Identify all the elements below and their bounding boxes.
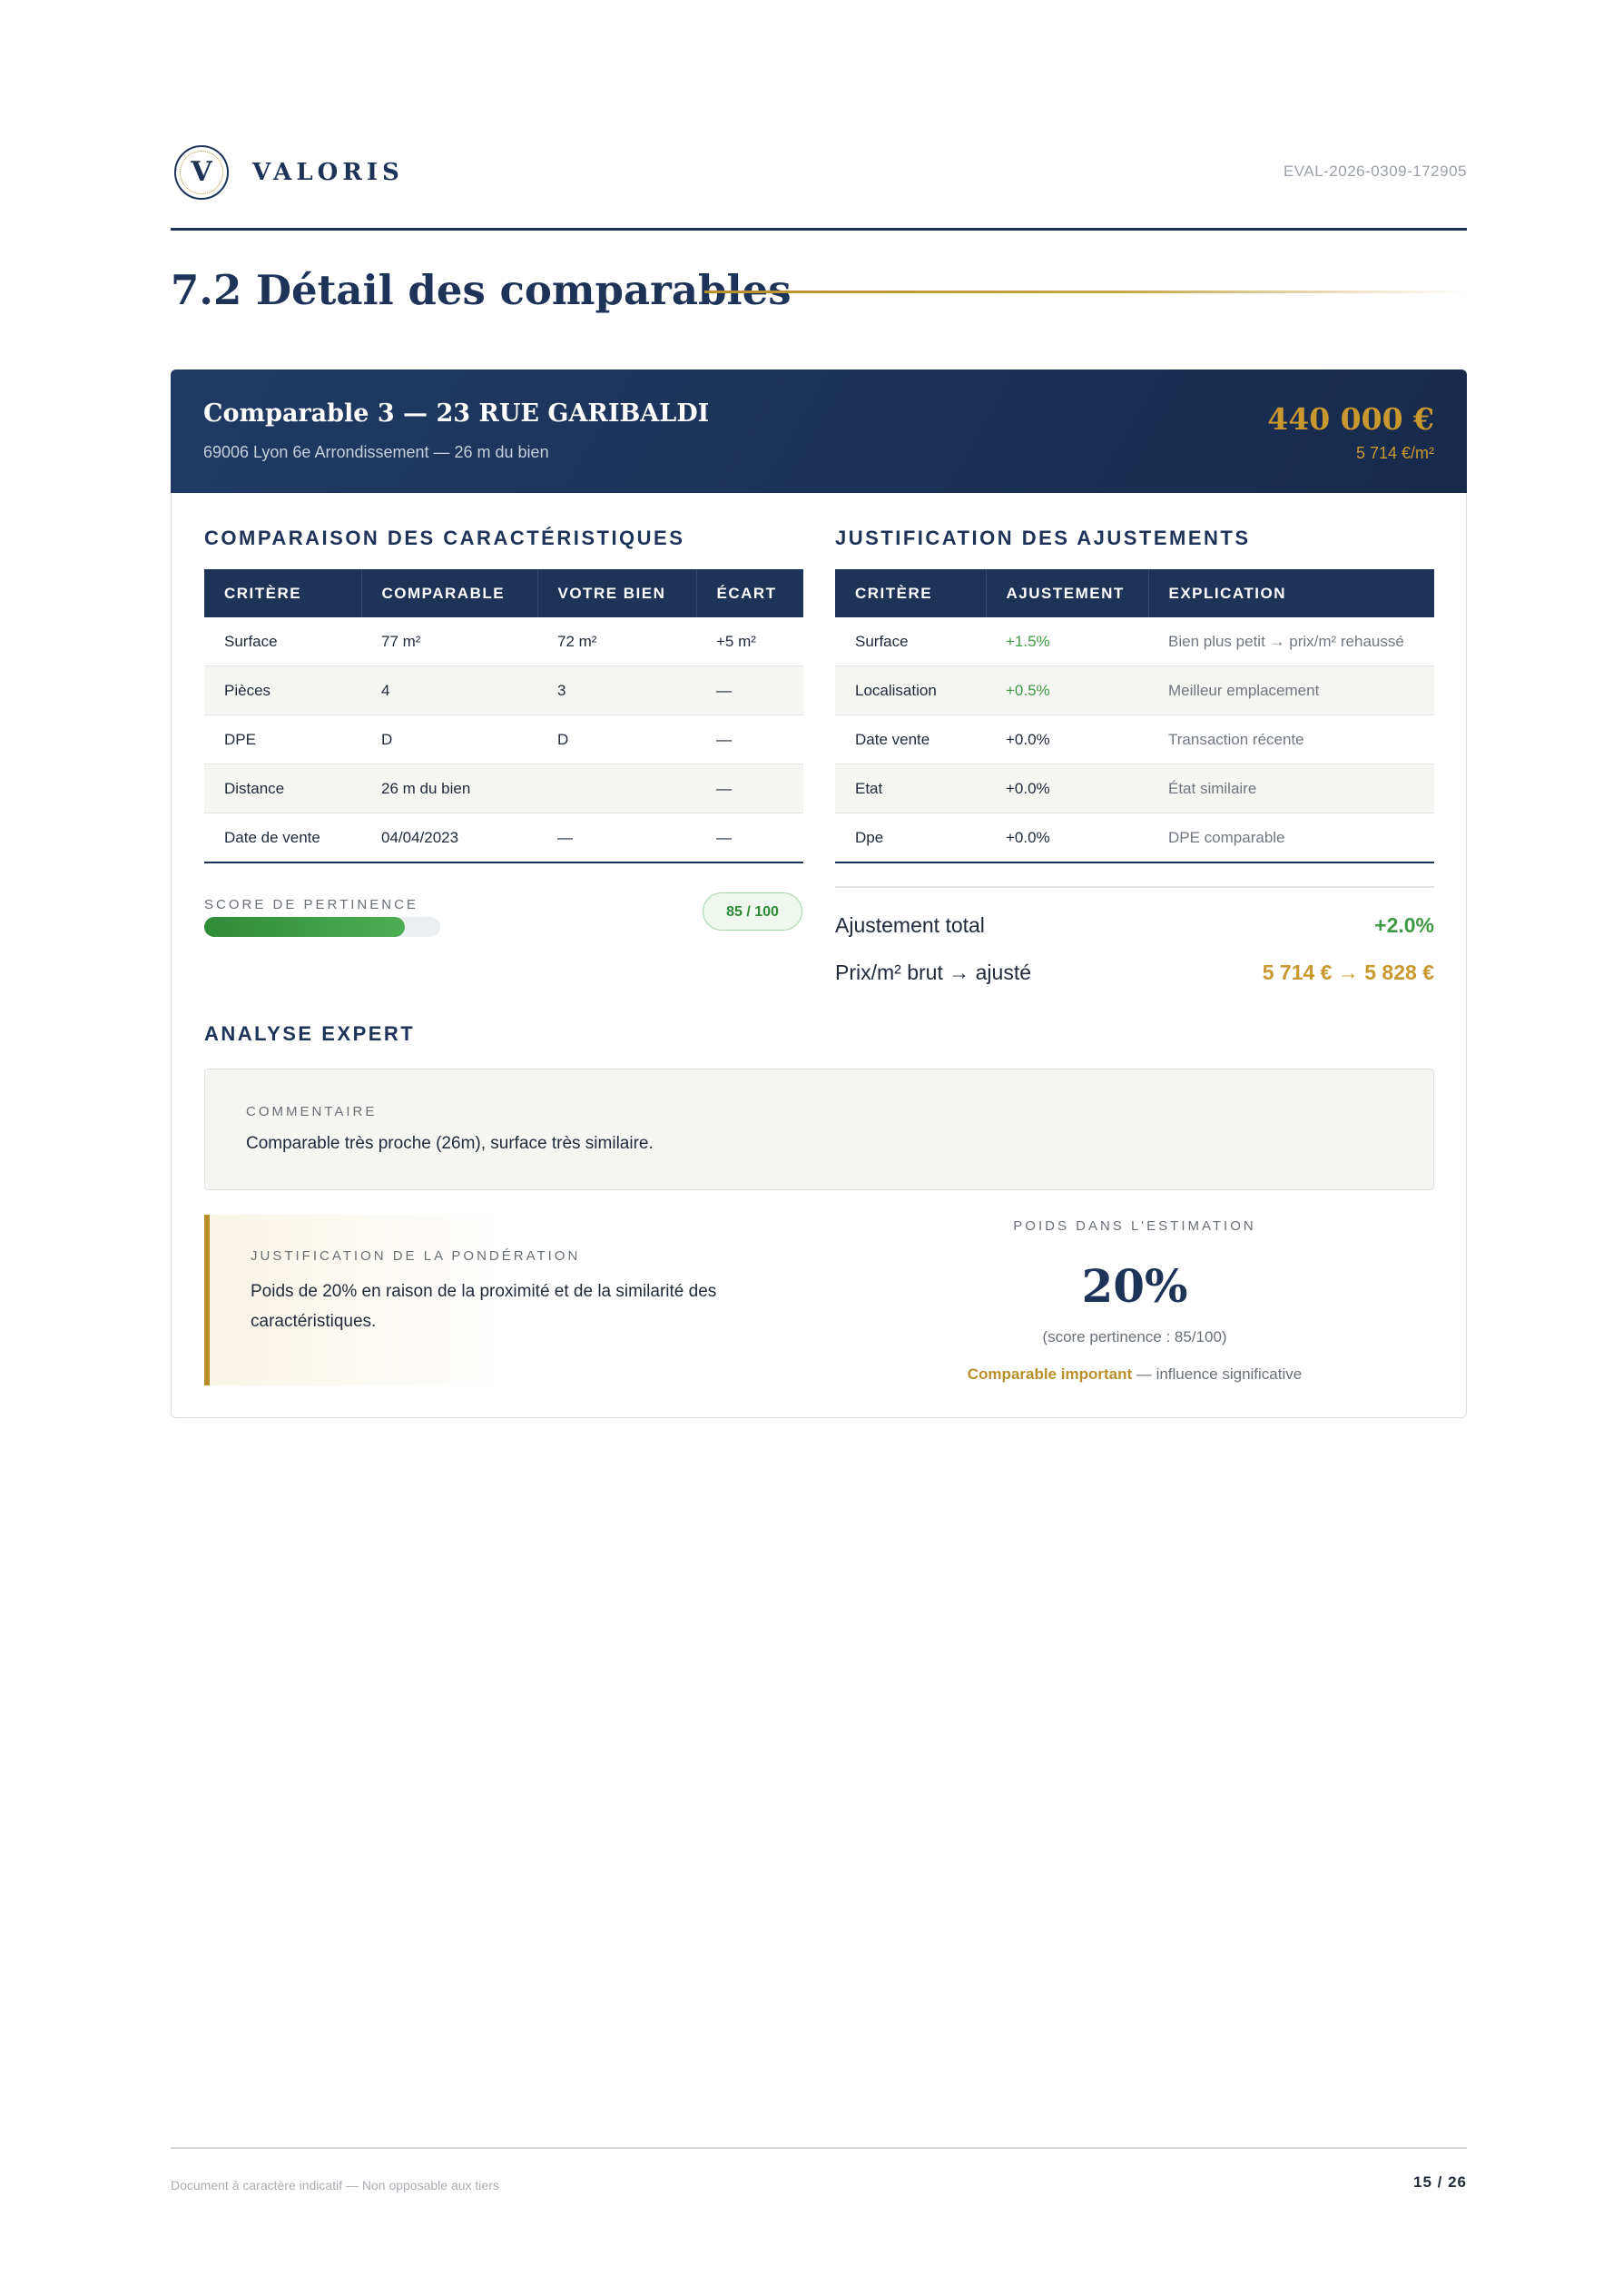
table-header-row: CRITÈRE AJUSTEMENT EXPLICATION <box>835 569 1434 617</box>
table-row: Surface 77 m² 72 m² +5 m² <box>204 617 803 666</box>
table-cell: Localisation <box>835 665 986 715</box>
table-cell: Surface <box>835 617 986 666</box>
footer-disclaimer: Document à caractère indicatif — Non opp… <box>171 2178 499 2193</box>
table-cell: Transaction récente <box>1148 714 1434 764</box>
price-per-m2-label: Prix/m² brut → ajusté <box>835 961 1031 984</box>
table-row: Date vente +0.0% Transaction récente <box>835 714 1434 764</box>
table-cell: Date de vente <box>204 813 361 863</box>
header-divider <box>171 228 1467 231</box>
comparable-price: 440 000 € <box>1267 401 1434 437</box>
report-reference: EVAL-2026-0309-172905 <box>1283 163 1467 180</box>
table-cell: — <box>696 714 803 764</box>
table-cell: Etat <box>835 764 986 813</box>
table-cell: Date vente <box>835 714 986 764</box>
page-number: 15 / 26 <box>1413 2173 1467 2191</box>
analysis-heading: ANALYSE EXPERT <box>204 1022 416 1045</box>
table-cell: — <box>696 665 803 715</box>
table-cell: D <box>361 714 537 764</box>
table-header-row: CRITÈRE COMPARABLE VOTRE BIEN ÉCART <box>204 569 803 617</box>
price-per-m2-value: 5 714 € → 5 828 € <box>1262 961 1434 984</box>
characteristics-table: CRITÈRE COMPARABLE VOTRE BIEN ÉCART Surf… <box>204 569 803 863</box>
table-row: Localisation +0.5% Meilleur emplacement <box>835 665 1434 715</box>
adjustments-table: CRITÈRE AJUSTEMENT EXPLICATION Surface +… <box>835 569 1434 863</box>
total-adjustment-value: +2.0% <box>1374 913 1434 937</box>
table-cell: 4 <box>361 665 537 715</box>
column-header: CRITÈRE <box>835 569 987 617</box>
table-row: Etat +0.0% État similaire <box>835 764 1434 813</box>
table-cell: — <box>696 764 803 813</box>
table-cell: +0.0% <box>986 813 1148 863</box>
table-cell: +1.5% <box>986 617 1148 666</box>
comparable-price-per-m2: 5 714 €/m² <box>1355 444 1434 462</box>
table-cell: Bien plus petit → prix/m² rehaussé <box>1148 617 1434 666</box>
weighting-accent-bar <box>204 1215 210 1385</box>
characteristics-heading: COMPARAISON DES CARACTÉRISTIQUES <box>204 527 685 549</box>
weight-value: 20% <box>1081 1259 1188 1313</box>
table-cell <box>537 764 696 813</box>
total-adjustment-label: Ajustement total <box>835 913 985 937</box>
table-cell: +0.0% <box>986 714 1148 764</box>
table-row: Pièces 4 3 — <box>204 665 803 715</box>
column-header: AJUSTEMENT <box>986 569 1149 617</box>
column-header: VOTRE BIEN <box>537 569 697 617</box>
weight-score: (score pertinence : 85/100) <box>1042 1328 1227 1345</box>
table-cell: Pièces <box>204 665 361 715</box>
table-cell: D <box>537 714 696 764</box>
logo-emblem: V <box>174 145 229 200</box>
weighting-justification-label: JUSTIFICATION DE LA PONDÉRATION <box>251 1248 581 1264</box>
table-cell: DPE <box>204 714 361 764</box>
table-row: Surface +1.5% Bien plus petit → prix/m² … <box>835 617 1434 666</box>
table-row: Date de vente 04/04/2023 — — <box>204 813 803 863</box>
logo-letter: V <box>191 156 212 188</box>
table-cell: 3 <box>537 665 696 715</box>
score-label: SCORE DE PERTINENCE <box>204 897 418 912</box>
column-header: ÉCART <box>696 569 803 617</box>
table-cell: Meilleur emplacement <box>1148 665 1434 715</box>
table-cell: État similaire <box>1148 764 1434 813</box>
comment-box <box>204 1069 1434 1190</box>
table-cell: Dpe <box>835 813 986 863</box>
table-cell: — <box>537 813 696 863</box>
title-accent-line <box>704 291 1467 293</box>
adjustments-heading: JUSTIFICATION DES AJUSTEMENTS <box>835 527 1251 549</box>
comment-label: COMMENTAIRE <box>246 1104 378 1119</box>
table-row: DPE D D — <box>204 714 803 764</box>
comment-text: Comparable très proche (26m), surface tr… <box>246 1134 654 1153</box>
table-cell: — <box>696 813 803 863</box>
table-row: Dpe +0.0% DPE comparable <box>835 813 1434 863</box>
weight-note-text: — influence significative <box>1132 1365 1303 1383</box>
score-progress-fill <box>204 917 405 937</box>
table-cell: 04/04/2023 <box>361 813 537 863</box>
comparable-subtitle: 69006 Lyon 6e Arrondissement — 26 m du b… <box>203 443 549 461</box>
weight-note: Comparable important — influence signifi… <box>835 1365 1434 1384</box>
table-cell: DPE comparable <box>1148 813 1434 863</box>
table-row: Distance 26 m du bien — <box>204 764 803 813</box>
column-header: EXPLICATION <box>1148 569 1434 617</box>
weighting-justification-text: Poids de 20% en raison de la proximité e… <box>251 1282 717 1331</box>
table-cell: Distance <box>204 764 361 813</box>
table-cell: +0.5% <box>986 665 1148 715</box>
score-badge: 85 / 100 <box>703 892 802 931</box>
table-cell: 26 m du bien <box>361 764 537 813</box>
comparable-title: Comparable 3 — 23 RUE GARIBALDI <box>203 399 710 428</box>
column-header: COMPARABLE <box>361 569 538 617</box>
table-cell: 77 m² <box>361 617 537 666</box>
totals-divider <box>835 886 1434 888</box>
table-cell: Surface <box>204 617 361 666</box>
section-title: 7.2 Détail des comparables <box>171 266 792 314</box>
column-header: CRITÈRE <box>204 569 362 617</box>
weight-label: POIDS DANS L'ESTIMATION <box>1013 1218 1256 1234</box>
table-cell: +0.0% <box>986 764 1148 813</box>
table-cell: 72 m² <box>537 617 696 666</box>
table-cell: +5 m² <box>696 617 803 666</box>
brand-name: VALORIS <box>252 159 404 186</box>
footer-divider <box>171 2147 1467 2149</box>
weight-note-emphasis: Comparable important <box>967 1365 1133 1383</box>
